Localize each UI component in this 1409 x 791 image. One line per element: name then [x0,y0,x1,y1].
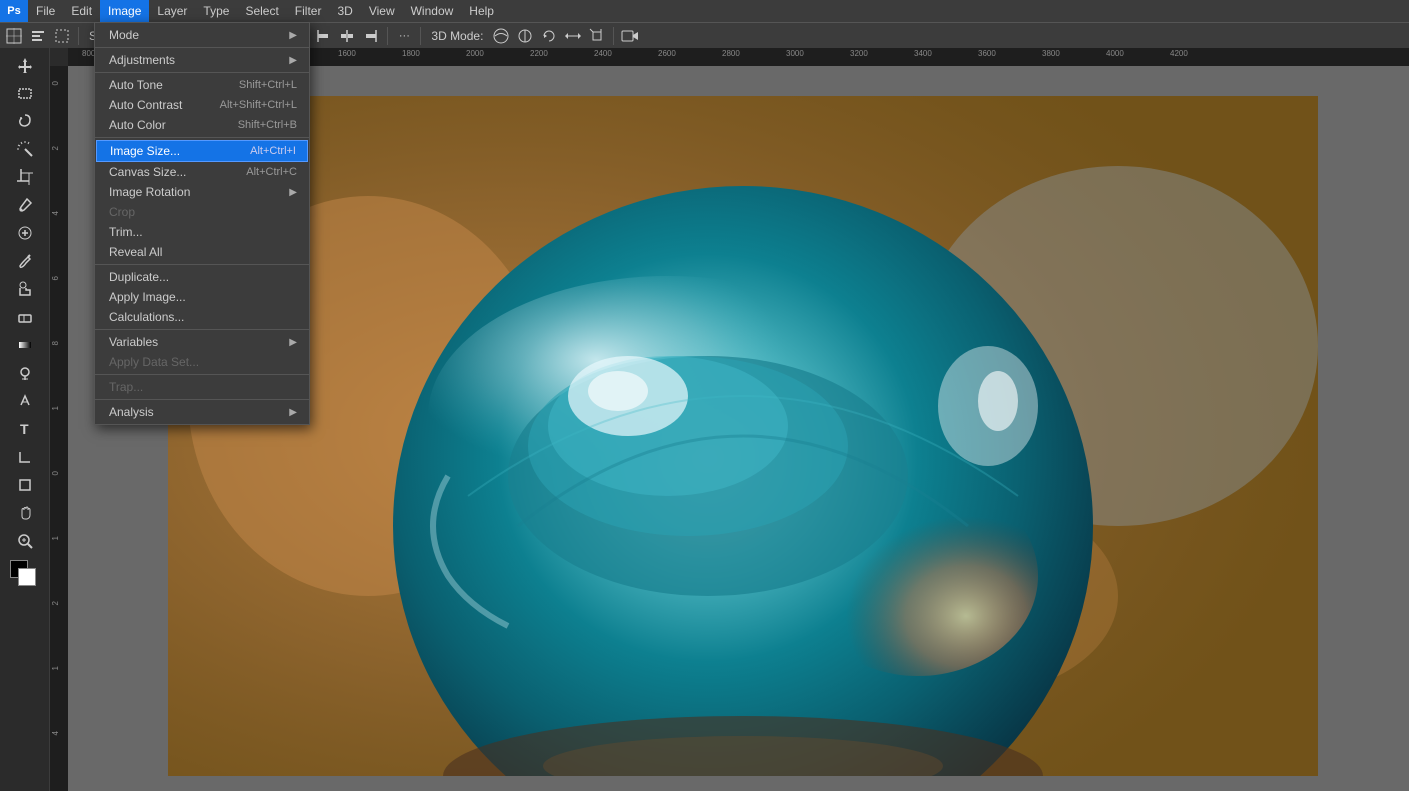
svg-text:T: T [20,421,29,437]
ruler-left: 0 2 4 6 8 1 0 1 2 1 4 [50,66,68,791]
color-swatches[interactable] [10,560,40,586]
menu-edit[interactable]: Edit [63,0,100,22]
tool-crop[interactable] [12,164,38,190]
align-left-icon [28,26,48,46]
tool-lasso[interactable] [12,108,38,134]
menu-duplicate[interactable]: Duplicate... [95,267,309,287]
menu-window[interactable]: Window [403,0,462,22]
menu-analysis[interactable]: Analysis ▶ [95,402,309,422]
menu-section-auto: Auto Tone Shift+Ctrl+L Auto Contrast Alt… [95,73,309,138]
3d-scale-icon[interactable] [587,26,607,46]
image-dropdown-menu: Mode ▶ Adjustments ▶ Auto Tone Shift+Ctr… [94,22,310,425]
separator-3 [387,27,388,45]
menu-trim[interactable]: Trim... [95,222,309,242]
menu-image-rotation[interactable]: Image Rotation ▶ [95,182,309,202]
menu-analysis-arrow: ▶ [289,407,297,418]
3d-orbit-icon[interactable] [491,26,511,46]
menu-crop: Crop [95,202,309,222]
menu-variables[interactable]: Variables ▶ [95,332,309,352]
3d-mode-label: 3D Mode: [427,29,487,43]
menu-canvas-size[interactable]: Canvas Size... Alt+Ctrl+C [95,162,309,182]
tool-eraser[interactable] [12,304,38,330]
menu-file[interactable]: File [28,0,63,22]
menu-section-trap: Trap... [95,375,309,400]
menu-apply-image[interactable]: Apply Image... [95,287,309,307]
menu-rotation-arrow: ▶ [289,187,297,198]
tool-heal[interactable] [12,220,38,246]
auto-select-icon [4,26,24,46]
menu-auto-tone[interactable]: Auto Tone Shift+Ctrl+L [95,75,309,95]
tool-dodge[interactable] [12,360,38,386]
menu-mode[interactable]: Mode ▶ [95,25,309,45]
align-right-icon[interactable] [361,26,381,46]
menu-calculations[interactable]: Calculations... [95,307,309,327]
more-options-icon[interactable]: ··· [394,26,414,46]
tool-brush[interactable] [12,248,38,274]
menu-variables-arrow: ▶ [289,337,297,348]
3d-slide-icon[interactable] [563,26,583,46]
menu-auto-contrast[interactable]: Auto Contrast Alt+Shift+Ctrl+L [95,95,309,115]
align-left2-icon[interactable] [313,26,333,46]
tool-pen[interactable] [12,388,38,414]
menu-mode-arrow: ▶ [289,30,297,41]
3d-rotate-icon[interactable] [539,26,559,46]
tool-magic-wand[interactable] [12,136,38,162]
tool-rect-select[interactable] [12,80,38,106]
menu-image[interactable]: Image [100,0,149,22]
menu-reveal-all[interactable]: Reveal All [95,242,309,262]
menu-select[interactable]: Select [237,0,286,22]
align-hcenter-icon[interactable] [337,26,357,46]
menu-section-adjustments: Adjustments ▶ [95,48,309,73]
transform-icon [52,26,72,46]
menu-adjustments[interactable]: Adjustments ▶ [95,50,309,70]
canvas-content [168,96,1318,776]
ps-logo: Ps [0,0,28,22]
menu-section-variables: Variables ▶ Apply Data Set... [95,330,309,375]
menu-section-mode: Mode ▶ [95,23,309,48]
menu-layer[interactable]: Layer [149,0,195,22]
water-drop-svg [168,96,1318,776]
menu-view[interactable]: View [361,0,403,22]
tools-panel: T [0,48,50,791]
tool-eyedropper[interactable] [12,192,38,218]
3d-pan-icon[interactable] [515,26,535,46]
tool-zoom[interactable] [12,528,38,554]
tool-text[interactable]: T [12,416,38,442]
tool-shape[interactable] [12,472,38,498]
separator-1 [78,27,79,45]
separator-4 [420,27,421,45]
menu-type[interactable]: Type [195,0,237,22]
menu-bar: Ps File Edit Image Layer Type Select Fil… [0,0,1409,22]
canvas-image [168,96,1318,776]
menu-section-analysis: Analysis ▶ [95,400,309,424]
bg-color-swatch[interactable] [18,568,36,586]
ruler-corner [50,48,68,66]
tool-hand[interactable] [12,500,38,526]
menu-section-size: Image Size... Alt+Ctrl+I Canvas Size... … [95,138,309,265]
menu-trap: Trap... [95,377,309,397]
menu-filter[interactable]: Filter [287,0,330,22]
tool-gradient[interactable] [12,332,38,358]
tool-path-select[interactable] [12,444,38,470]
separator-5 [613,27,614,45]
menu-auto-color[interactable]: Auto Color Shift+Ctrl+B [95,115,309,135]
menu-apply-data-set: Apply Data Set... [95,352,309,372]
3d-video-icon[interactable] [620,26,640,46]
menu-3d[interactable]: 3D [329,0,360,22]
menu-help[interactable]: Help [461,0,502,22]
tool-clone-stamp[interactable] [12,276,38,302]
menu-image-size[interactable]: Image Size... Alt+Ctrl+I [96,140,308,162]
tool-move[interactable] [12,52,38,78]
menu-adjustments-arrow: ▶ [289,55,297,66]
menu-section-duplicate: Duplicate... Apply Image... Calculations… [95,265,309,330]
